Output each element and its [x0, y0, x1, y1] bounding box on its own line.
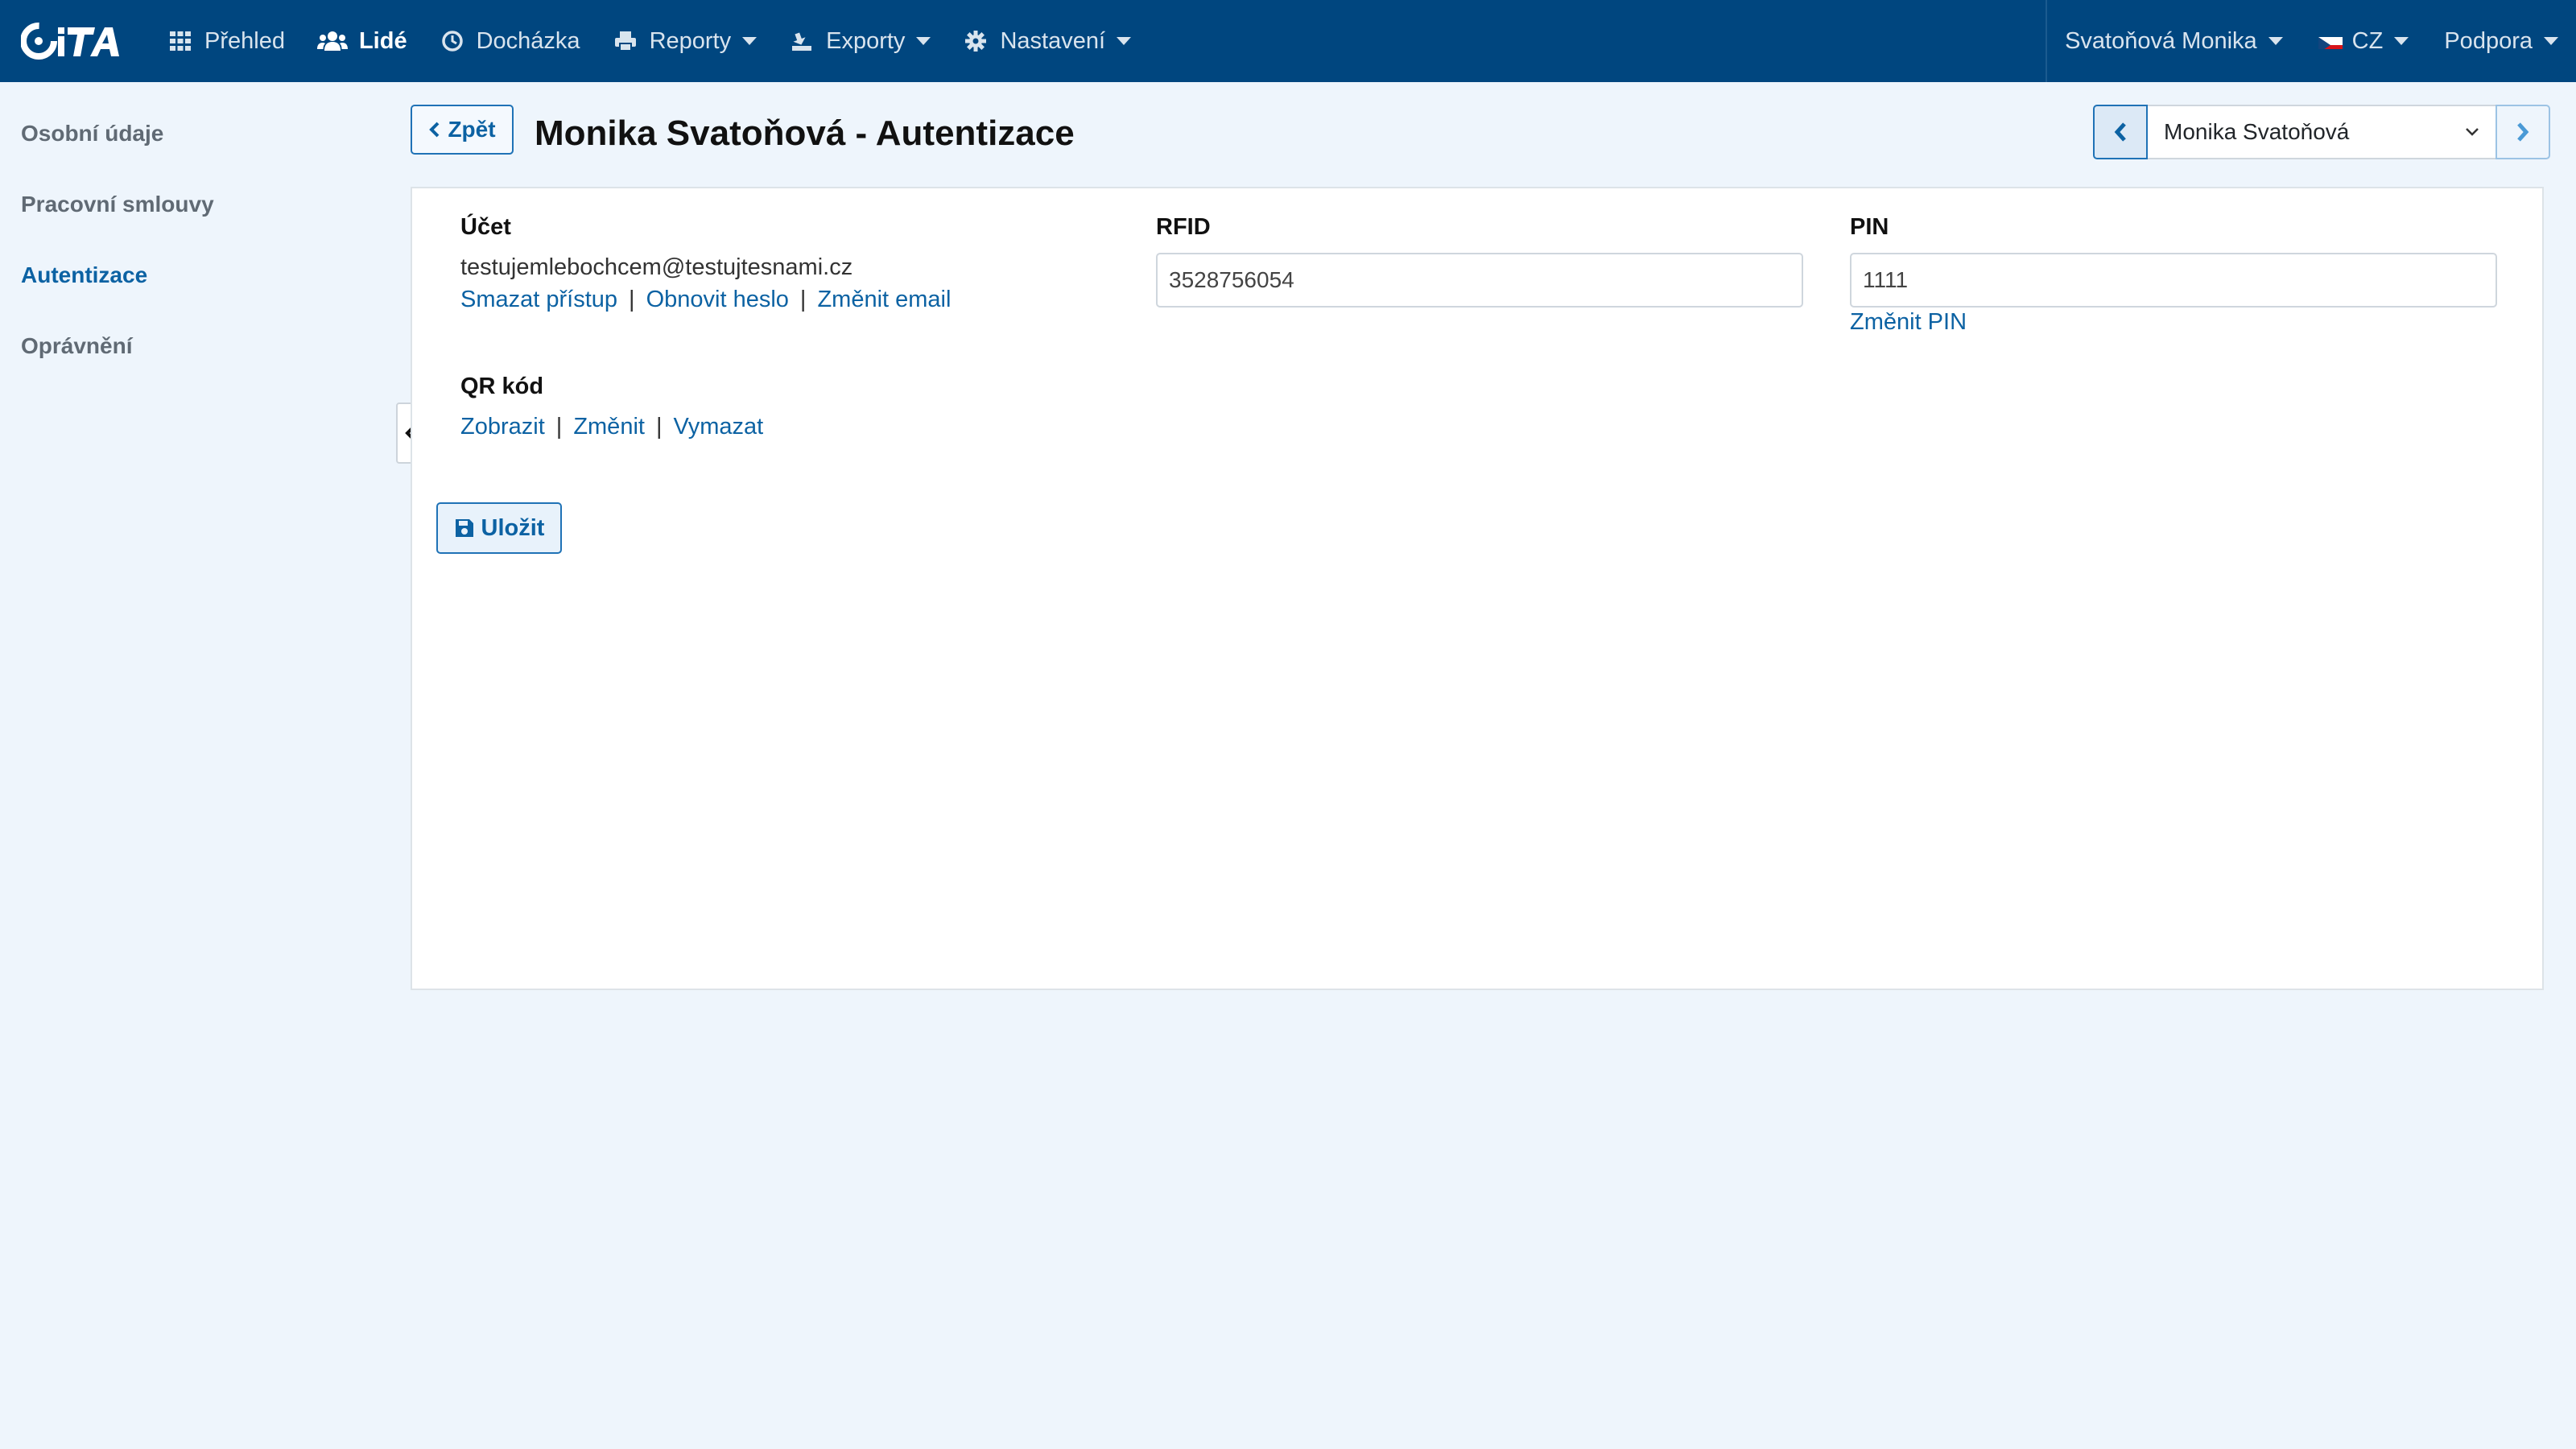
nav-label: Přehled: [204, 27, 285, 54]
printer-icon: [613, 28, 638, 54]
clock-icon: [440, 28, 465, 54]
chevron-left-icon: [2114, 122, 2126, 142]
sidebar-item-pracovni-smlouvy[interactable]: Pracovní smlouvy: [21, 192, 214, 217]
pin-label: PIN: [1850, 214, 1889, 240]
account-links: Smazat přístup | Obnovit heslo | Změnit emai…: [460, 287, 951, 313]
user-name: Svatoňová Monika: [2065, 27, 2257, 54]
account-email: testujemlebochcem@testujtesnami.cz: [460, 254, 853, 280]
back-button-label: Zpět: [448, 117, 496, 142]
authentication-card: Účet testujemlebochcem@testujtesnami.cz …: [411, 187, 2544, 990]
delete-access-link[interactable]: Smazat přístup: [460, 287, 617, 312]
sidebar-item-autentizace[interactable]: Autentizace: [21, 262, 147, 288]
caret-down-icon: [2394, 37, 2409, 45]
top-navbar: Přehled Lidé Docházka Reporty Exporty Na…: [0, 0, 2576, 82]
nav-item-prehled[interactable]: Přehled: [151, 0, 301, 82]
nav-item-nastaveni[interactable]: Nastavení: [947, 0, 1147, 82]
nav-item-lide[interactable]: Lidé: [301, 0, 423, 82]
chevron-right-icon: [2517, 122, 2529, 142]
change-qr-link[interactable]: Změnit: [573, 414, 645, 440]
caret-down-icon: [2544, 37, 2558, 45]
nav-item-reporty[interactable]: Reporty: [597, 0, 774, 82]
qr-code-links: Zobrazit | Změnit | Vymazat: [460, 414, 763, 440]
nav-label: Reporty: [649, 27, 732, 54]
qr-code-label: QR kód: [460, 374, 544, 399]
nav-label: Exporty: [826, 27, 906, 54]
show-qr-link[interactable]: Zobrazit: [460, 414, 545, 440]
next-person-button[interactable]: [2496, 105, 2550, 159]
users-icon: [316, 28, 348, 54]
sidebar-item-opravneni[interactable]: Oprávnění: [21, 333, 132, 359]
person-select[interactable]: Monika Svatoňová: [2148, 105, 2496, 159]
separator: |: [555, 414, 563, 440]
support-menu[interactable]: Podpora: [2426, 0, 2576, 82]
separator: |: [629, 287, 635, 312]
person-select-value: Monika Svatoňová: [2164, 119, 2350, 144]
app-logo[interactable]: [14, 0, 135, 82]
nav-item-exporty[interactable]: Exporty: [773, 0, 947, 82]
chevron-down-icon: [2466, 128, 2479, 136]
nav-label: Nastavení: [1000, 27, 1106, 54]
caret-down-icon: [742, 37, 758, 45]
nav-label: Docházka: [476, 27, 580, 54]
pin-input[interactable]: [1850, 253, 2497, 308]
change-pin-link[interactable]: Změnit PIN: [1850, 309, 1967, 335]
sidebar-item-osobni-udaje[interactable]: Osobní údaje: [21, 121, 163, 147]
export-icon: [789, 28, 815, 54]
person-switcher: Monika Svatoňová: [2093, 105, 2550, 159]
language-menu[interactable]: CZ: [2301, 0, 2427, 82]
rfid-input[interactable]: [1156, 253, 1803, 308]
previous-person-button[interactable]: [2093, 105, 2148, 159]
separator: |: [799, 287, 807, 312]
reset-password-link[interactable]: Obnovit heslo: [646, 287, 789, 312]
save-button[interactable]: Uložit: [436, 502, 562, 554]
delete-qr-link[interactable]: Vymazat: [674, 414, 764, 440]
account-label: Účet: [460, 214, 511, 240]
page-title: Monika Svatoňová - Autentizace: [535, 114, 1075, 153]
caret-down-icon: [916, 37, 931, 45]
sidebar: Osobní údaje Pracovní smlouvy Autentizac…: [0, 82, 394, 1449]
save-button-label: Uložit: [481, 514, 545, 541]
pin-links: Změnit PIN: [1850, 309, 1967, 336]
cita-logo-icon: [21, 23, 119, 60]
language-label: CZ: [2351, 27, 2384, 54]
rfid-label: RFID: [1156, 214, 1211, 240]
caret-down-icon: [2268, 37, 2283, 45]
gear-icon: [963, 28, 989, 54]
czech-flag-icon: [2318, 33, 2343, 49]
separator: |: [655, 414, 663, 440]
floppy-disk-icon: [455, 519, 473, 537]
user-menu[interactable]: Svatoňová Monika: [2047, 0, 2301, 82]
nav-item-dochazka[interactable]: Docházka: [423, 0, 597, 82]
caret-down-icon: [1117, 37, 1132, 45]
nav-label: Lidé: [358, 27, 407, 54]
back-button[interactable]: Zpět: [411, 105, 514, 155]
grid-icon: [167, 28, 193, 54]
support-label: Podpora: [2444, 27, 2533, 54]
change-email-link[interactable]: Změnit email: [817, 287, 951, 312]
chevron-left-icon: [429, 122, 440, 138]
